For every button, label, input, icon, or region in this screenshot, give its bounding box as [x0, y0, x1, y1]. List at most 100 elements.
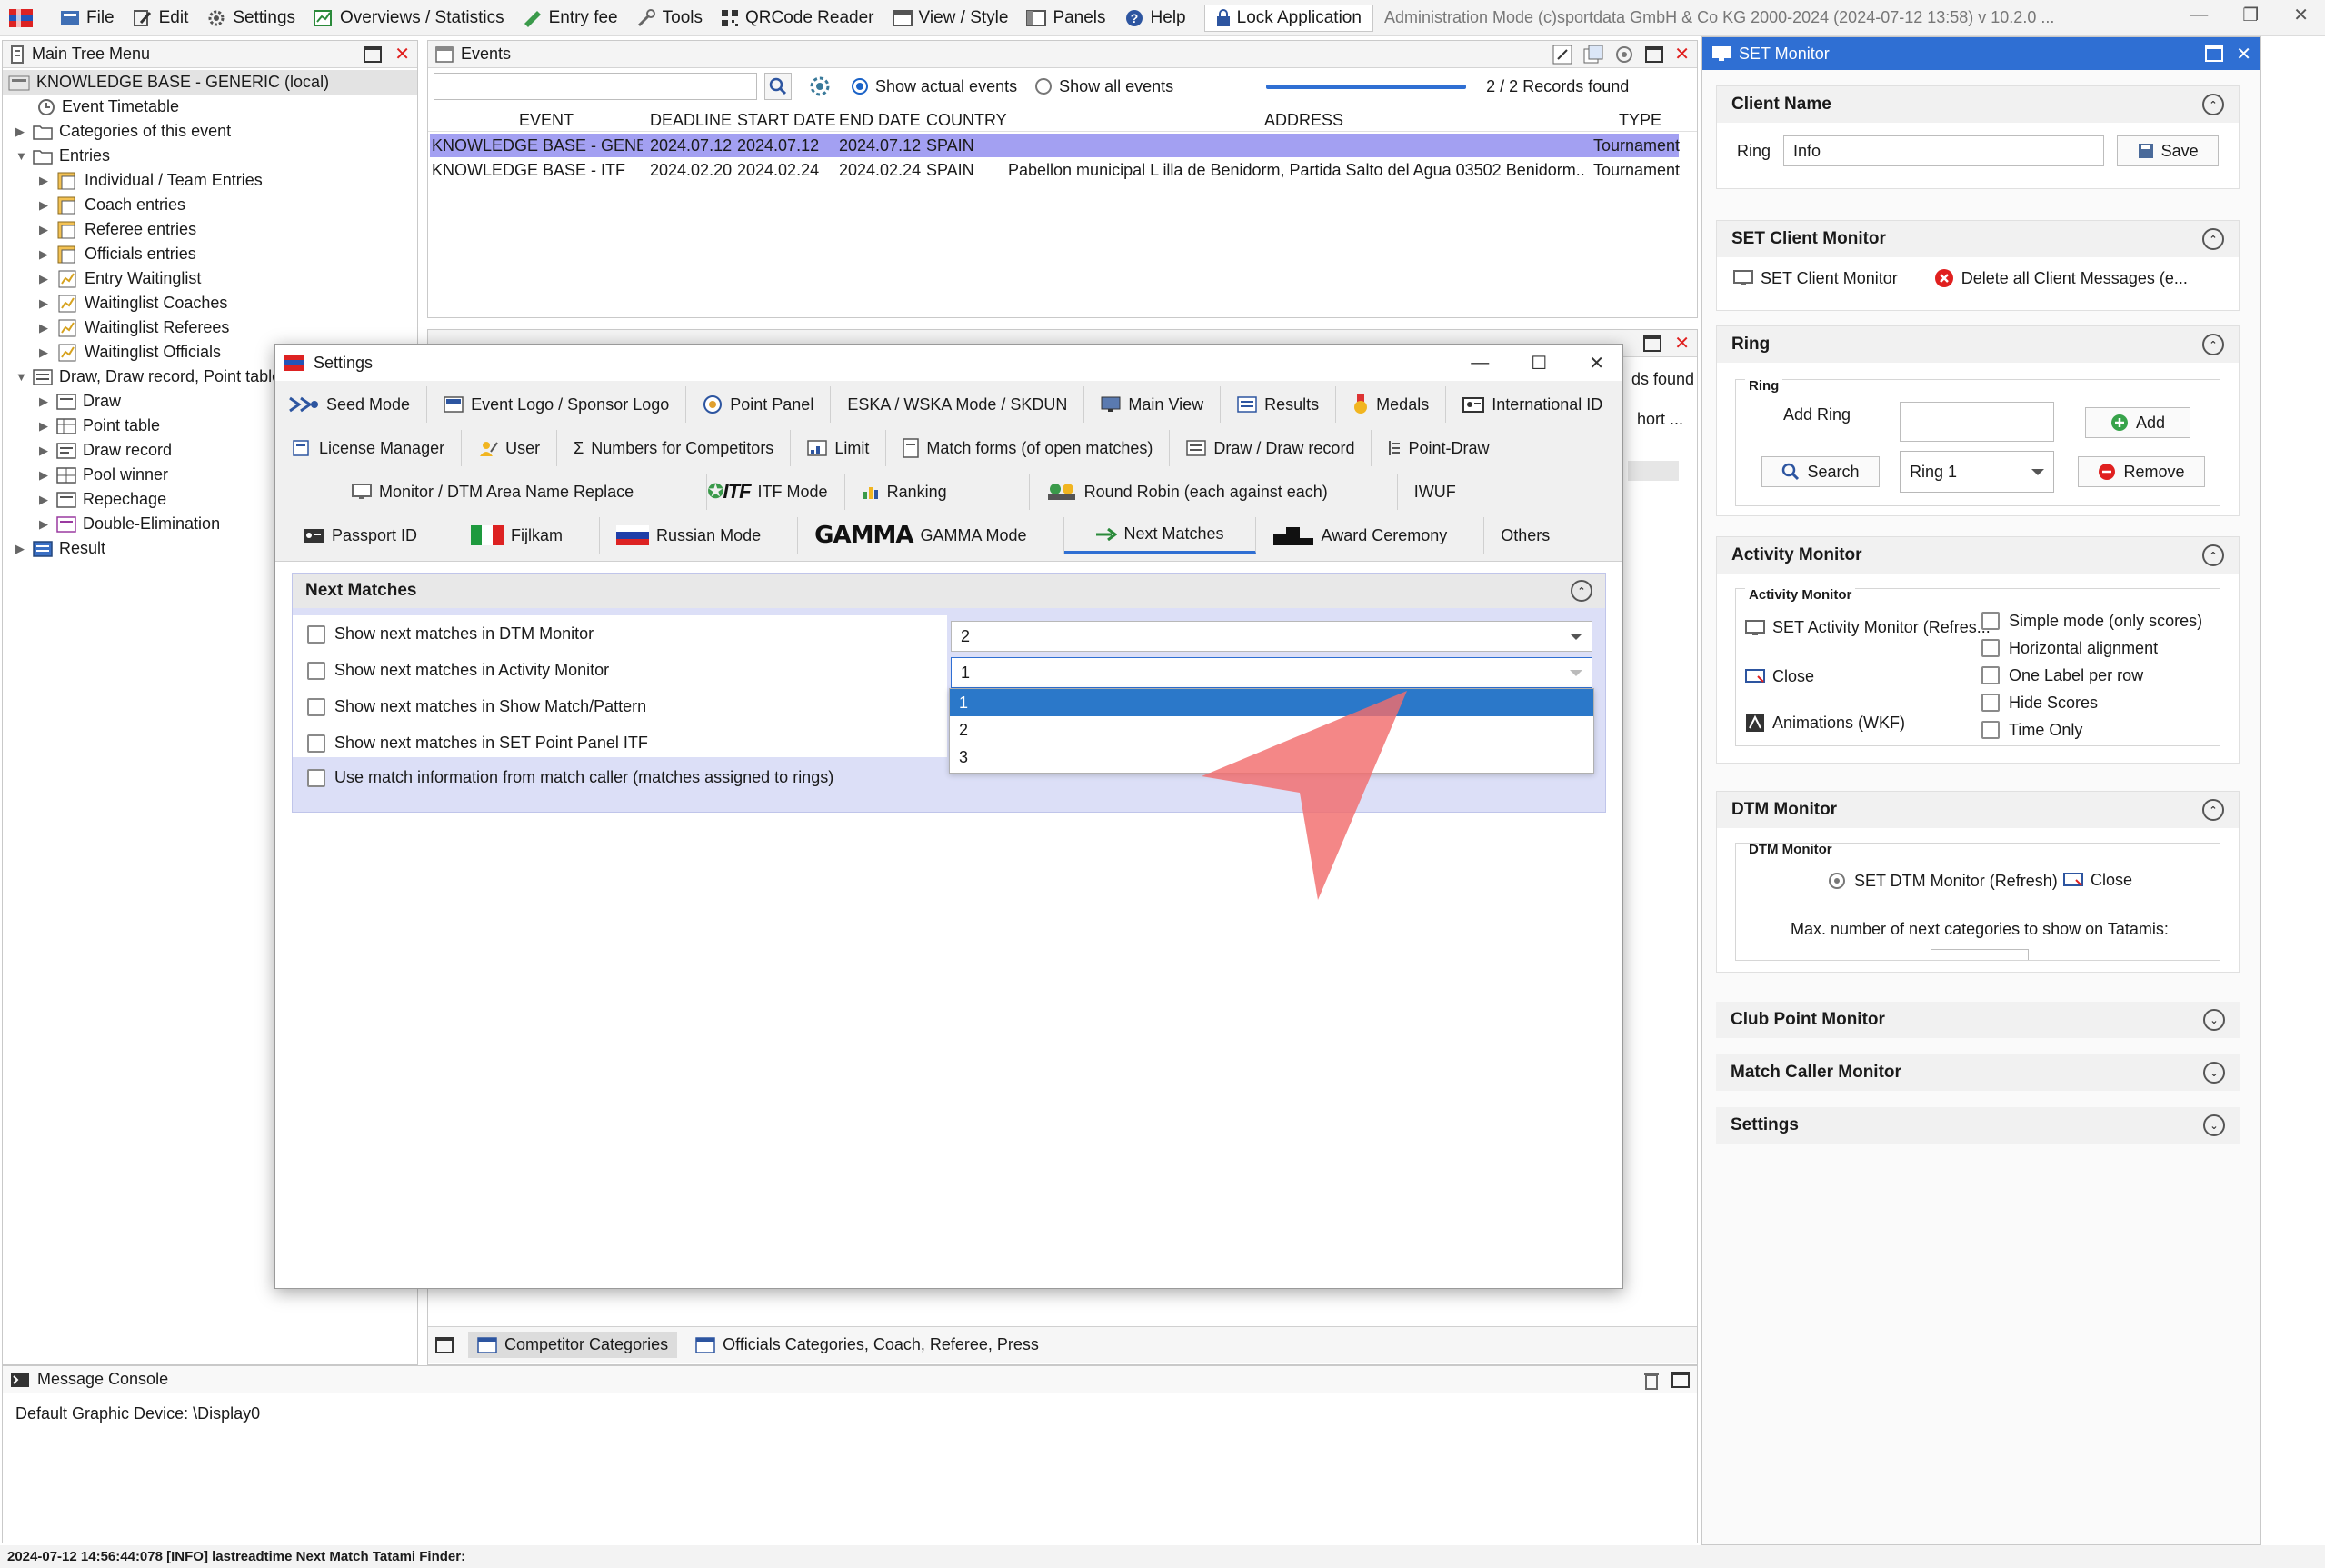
maximize-button[interactable]: ☐	[1531, 352, 1547, 375]
menu-edit[interactable]: Edit	[133, 8, 188, 28]
tab-russian-mode[interactable]: Russian Mode	[600, 517, 799, 554]
radio-button[interactable]	[1035, 78, 1053, 95]
tab-others[interactable]: Others	[1484, 517, 1566, 554]
checkbox-simple-mode[interactable]: Simple mode (only scores)	[1981, 607, 2202, 634]
menu-entry-fee[interactable]: Entry fee	[523, 8, 618, 28]
copy-event-icon[interactable]	[1583, 45, 1603, 65]
ring-select[interactable]: Ring 1	[1900, 451, 2054, 493]
menu-tools[interactable]: Tools	[636, 8, 703, 28]
tab-passport-id[interactable]: Passport ID	[288, 517, 455, 554]
tab-competitor-categories[interactable]: Competitor Categories	[468, 1332, 678, 1358]
match-caller-monitor-card[interactable]: Match Caller Monitor ⌄	[1716, 1054, 2240, 1091]
restore-button[interactable]: ❐	[2242, 4, 2259, 26]
tab-license-manager[interactable]: License Manager	[288, 430, 463, 466]
club-point-monitor-card[interactable]: Club Point Monitor ⌄	[1716, 1002, 2240, 1038]
max-categories-input[interactable]	[1931, 949, 2029, 960]
expand-arrow-icon[interactable]: ▶	[39, 517, 50, 532]
tree-item-referee[interactable]: ▶ Referee entries	[3, 217, 417, 242]
tab-medals[interactable]: Medals	[1336, 386, 1447, 423]
checkbox[interactable]	[1981, 694, 2000, 712]
option-dtm-monitor[interactable]: Show next matches in DTM Monitor	[307, 624, 594, 644]
client-name-header[interactable]: Client Name ⌃	[1717, 86, 2239, 123]
radio-actual-events[interactable]: Show actual events	[852, 77, 1017, 96]
tab-event-logo[interactable]: Event Logo / Sponsor Logo	[427, 386, 687, 423]
add-ring-button[interactable]: Add	[2085, 407, 2190, 438]
menu-view-style[interactable]: View / Style	[892, 8, 1008, 28]
expand-down-icon[interactable]: ⌄	[2203, 1062, 2225, 1084]
menu-settings[interactable]: Settings	[206, 8, 295, 28]
menu-overviews[interactable]: Overviews / Statistics	[314, 8, 504, 28]
filter-icon[interactable]	[808, 75, 832, 98]
col-address[interactable]: ADDRESS	[1264, 108, 1343, 132]
collapse-arrow-icon[interactable]: ▼	[15, 370, 27, 384]
tree-item-categories[interactable]: ▶ Categories of this event	[3, 119, 417, 144]
close-panel-button[interactable]: ✕	[1674, 335, 1690, 353]
close-dtm-monitor-button[interactable]: Close	[2063, 871, 2132, 890]
tree-item-individual-team[interactable]: ▶ Individual / Team Entries	[3, 168, 417, 193]
menu-panels[interactable]: Panels	[1026, 8, 1106, 28]
col-event[interactable]: EVENT	[519, 108, 574, 132]
search-icon[interactable]	[764, 73, 792, 100]
tab-results[interactable]: Results	[1221, 386, 1337, 423]
set-client-monitor-header[interactable]: SET Client Monitor ⌃	[1717, 221, 2239, 257]
menu-file[interactable]: File	[60, 8, 115, 28]
checkbox-horizontal-alignment[interactable]: Horizontal alignment	[1981, 634, 2202, 662]
tab-itf-mode[interactable]: ✪ITF ITF Mode	[707, 474, 845, 510]
tab-ranking[interactable]: Ranking	[845, 474, 1030, 510]
checkbox-time-only[interactable]: Time Only	[1981, 716, 2202, 744]
trash-icon[interactable]	[1642, 1370, 1661, 1390]
panel-toggle-button[interactable]	[435, 1336, 454, 1353]
maximize-panel-button[interactable]	[2205, 45, 2224, 62]
tab-fijlkam[interactable]: Fijlkam	[454, 517, 601, 554]
checkbox[interactable]	[307, 624, 325, 644]
maximize-panel-button[interactable]	[1645, 45, 1664, 63]
expand-arrow-icon[interactable]: ▶	[39, 223, 50, 237]
add-ring-input[interactable]	[1900, 402, 2054, 442]
collapse-up-icon[interactable]: ⌃	[2202, 228, 2224, 250]
set-client-monitor-button[interactable]: SET Client Monitor	[1733, 269, 1898, 288]
animations-wkf-button[interactable]: Animations (WKF)	[1745, 713, 1905, 733]
maximize-panel-button[interactable]	[1671, 1371, 1690, 1388]
table-row[interactable]: KNOWLEDGE BASE - GENE... 2024.07.12 2024…	[430, 134, 1680, 157]
tab-main-view[interactable]: Main View	[1084, 386, 1222, 423]
remove-ring-button[interactable]: Remove	[2078, 456, 2205, 487]
tree-item-waitinglist-coaches[interactable]: ▶ Waitinglist Coaches	[3, 291, 417, 315]
collapse-up-icon[interactable]: ⌃	[2202, 799, 2224, 821]
option-set-point-panel-itf[interactable]: Show next matches in SET Point Panel ITF	[307, 734, 648, 753]
search-ring-button[interactable]: Search	[1761, 456, 1880, 487]
minimize-button[interactable]: —	[2190, 5, 2208, 25]
set-dtm-monitor-button[interactable]: SET DTM Monitor (Refresh)	[1827, 871, 2058, 891]
option-activity-monitor[interactable]: Show next matches in Activity Monitor	[307, 661, 609, 680]
checkbox[interactable]	[307, 697, 325, 716]
expand-arrow-icon[interactable]: ▶	[39, 493, 50, 507]
close-panel-button[interactable]: ✕	[1674, 45, 1690, 64]
events-search-input[interactable]	[434, 73, 757, 100]
tab-limit[interactable]: Limit	[791, 430, 887, 466]
edit-event-icon[interactable]	[1552, 45, 1572, 65]
close-panel-button[interactable]: ✕	[2236, 43, 2251, 65]
tree-item-event-timetable[interactable]: Event Timetable	[3, 95, 417, 119]
checkbox[interactable]	[1981, 666, 2000, 684]
ring-name-input[interactable]: Info	[1783, 135, 2105, 166]
tab-numbers-for-competitors[interactable]: Σ Numbers for Competitors	[557, 430, 792, 466]
option-match-caller-info[interactable]: Use match information from match caller …	[307, 768, 833, 787]
tab-iwuf[interactable]: IWUF	[1398, 474, 1472, 510]
expand-arrow-icon[interactable]: ▶	[15, 125, 26, 139]
close-panel-button[interactable]: ✕	[394, 45, 410, 64]
expand-arrow-icon[interactable]: ▶	[39, 345, 50, 360]
collapse-up-icon[interactable]: ⌃	[2202, 544, 2224, 566]
expand-arrow-icon[interactable]: ▶	[39, 198, 50, 213]
activity-monitor-header[interactable]: Activity Monitor ⌃	[1717, 537, 2239, 574]
tree-item-waitinglist-referees[interactable]: ▶ Waitinglist Referees	[3, 315, 417, 340]
checkbox-one-label-per-row[interactable]: One Label per row	[1981, 662, 2202, 689]
checkbox-hide-scores[interactable]: Hide Scores	[1981, 689, 2202, 716]
tab-next-matches[interactable]: Next Matches	[1063, 517, 1256, 554]
expand-arrow-icon[interactable]: ▶	[39, 394, 50, 409]
refresh-icon[interactable]	[1614, 45, 1634, 65]
tab-seed-mode[interactable]: Seed Mode	[288, 386, 428, 423]
radio-button-checked[interactable]	[852, 78, 868, 95]
collapse-up-icon[interactable]: ⌃	[2202, 334, 2224, 355]
close-activity-monitor-button[interactable]: Close	[1745, 667, 1814, 686]
menu-qrcode[interactable]: QRCode Reader	[721, 8, 874, 28]
expand-arrow-icon[interactable]: ▶	[39, 321, 50, 335]
